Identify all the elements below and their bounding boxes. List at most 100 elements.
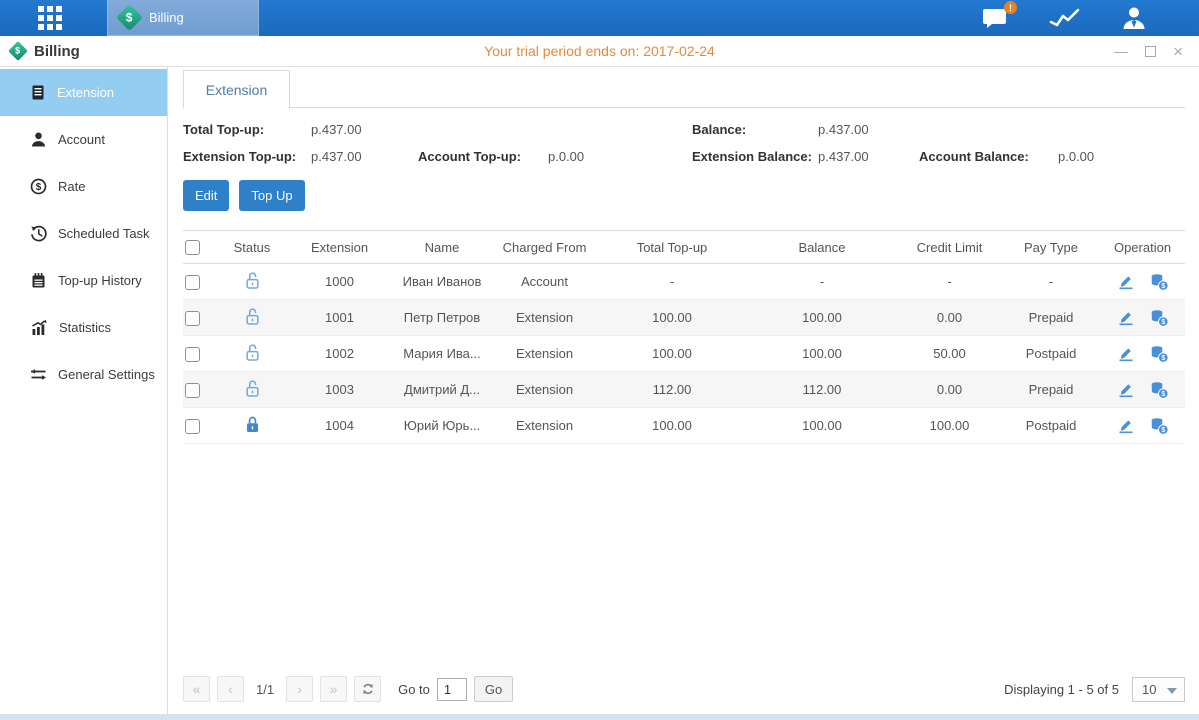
table-row: 1000 Иван Иванов Account - - - - $ xyxy=(183,264,1185,300)
sidebar-item-scheduled-task[interactable]: Scheduled Task xyxy=(0,210,167,257)
cell-balance: 112.00 xyxy=(747,372,897,408)
tab-strip: Extension xyxy=(183,67,1185,108)
account-balance-label: Account Balance: xyxy=(919,149,1058,164)
goto-page-input[interactable] xyxy=(437,678,467,701)
cell-total-topup: 100.00 xyxy=(597,336,747,372)
cell-credit-limit: 0.00 xyxy=(897,300,1002,336)
displaying-count: Displaying 1 - 5 of 5 xyxy=(1004,682,1119,697)
page-indicator: 1/1 xyxy=(256,682,274,697)
sidebar: Extension Account $ Rate Scheduled Task xyxy=(0,67,168,714)
cell-extension: 1000 xyxy=(287,264,392,300)
sidebar-item-topup-history[interactable]: Top-up History xyxy=(0,257,167,304)
row-checkbox[interactable] xyxy=(185,383,200,398)
edit-pencil-icon[interactable] xyxy=(1117,273,1135,290)
cell-charged-from: Extension xyxy=(492,336,597,372)
row-checkbox[interactable] xyxy=(185,419,200,434)
cell-pay-type: Postpaid xyxy=(1002,336,1100,372)
cell-pay-type: Prepaid xyxy=(1002,372,1100,408)
edit-pencil-icon[interactable] xyxy=(1117,417,1135,434)
edit-pencil-icon[interactable] xyxy=(1117,309,1135,326)
extension-balance-label: Extension Balance: xyxy=(692,149,818,164)
maximize-icon[interactable] xyxy=(1145,46,1156,57)
col-operation: Operation xyxy=(1100,231,1185,264)
stats-chart-icon xyxy=(30,319,48,336)
pagination-right: Displaying 1 - 5 of 5 10 xyxy=(1004,677,1185,702)
col-name: Name xyxy=(392,231,492,264)
cell-credit-limit: 0.00 xyxy=(897,372,1002,408)
cell-pay-type: - xyxy=(1002,264,1100,300)
topup-coins-icon[interactable]: $ xyxy=(1149,309,1169,327)
status-lock-icon xyxy=(217,264,287,300)
goto-label: Go to xyxy=(398,682,430,697)
sliders-icon xyxy=(30,366,47,383)
tab-extension[interactable]: Extension xyxy=(183,70,290,109)
select-all-checkbox[interactable] xyxy=(185,240,200,255)
first-page-button[interactable]: « xyxy=(183,676,210,702)
pagination-bar: « ‹ 1/1 › » Go to Go Displaying 1 - 5 of… xyxy=(183,676,1185,714)
balance-label: Balance: xyxy=(692,122,818,137)
col-charged-from: Charged From xyxy=(492,231,597,264)
prev-page-button[interactable]: ‹ xyxy=(217,676,244,702)
cell-name: Дмитрий Д... xyxy=(392,372,492,408)
topup-coins-icon[interactable]: $ xyxy=(1149,345,1169,363)
sidebar-item-extension[interactable]: Extension xyxy=(0,69,167,116)
row-checkbox[interactable] xyxy=(185,347,200,362)
row-checkbox[interactable] xyxy=(185,311,200,326)
refresh-button[interactable] xyxy=(354,676,381,702)
col-status: Status xyxy=(217,231,287,264)
topup-coins-icon[interactable]: $ xyxy=(1149,381,1169,399)
taskbar-tab-billing[interactable]: $ Billing xyxy=(107,0,259,36)
go-button[interactable]: Go xyxy=(474,676,513,702)
app-grid-icon[interactable] xyxy=(38,6,62,30)
edit-button[interactable]: Edit xyxy=(183,180,229,211)
sidebar-item-label: Rate xyxy=(58,179,85,194)
chevron-down-icon xyxy=(1167,688,1177,694)
tab-label: Extension xyxy=(206,82,267,98)
history-clock-icon xyxy=(30,225,47,242)
close-icon[interactable]: × xyxy=(1173,43,1183,60)
svg-text:$: $ xyxy=(1161,391,1165,398)
balance-value: p.437.00 xyxy=(818,122,919,137)
next-page-button[interactable]: › xyxy=(286,676,313,702)
sidebar-item-account[interactable]: Account xyxy=(0,116,167,163)
cell-total-topup: 100.00 xyxy=(597,408,747,444)
cell-credit-limit: 50.00 xyxy=(897,336,1002,372)
account-topup-label: Account Top-up: xyxy=(418,149,548,164)
topup-button[interactable]: Top Up xyxy=(239,180,304,211)
sidebar-item-label: General Settings xyxy=(58,367,155,382)
sidebar-item-statistics[interactable]: Statistics xyxy=(0,304,167,351)
last-page-button[interactable]: » xyxy=(320,676,347,702)
table-row: 1004 Юрий Юрь... Extension 100.00 100.00… xyxy=(183,408,1185,444)
total-topup-label: Total Top-up: xyxy=(183,122,311,137)
row-checkbox[interactable] xyxy=(185,275,200,290)
summary-panel: Total Top-up: p.437.00 Balance: p.437.00… xyxy=(183,122,1185,164)
ledger-icon xyxy=(30,84,46,101)
table-row: 1002 Мария Ива... Extension 100.00 100.0… xyxy=(183,336,1185,372)
minimize-icon[interactable]: — xyxy=(1114,44,1128,58)
edit-pencil-icon[interactable] xyxy=(1117,345,1135,362)
messages-icon[interactable]: ! xyxy=(982,7,1009,29)
topup-coins-icon[interactable]: $ xyxy=(1149,417,1169,435)
svg-text:$: $ xyxy=(36,182,42,193)
cell-charged-from: Extension xyxy=(492,372,597,408)
billing-diamond-icon: $ xyxy=(116,4,143,31)
user-account-icon[interactable] xyxy=(1121,6,1147,30)
notification-badge: ! xyxy=(1004,1,1017,14)
taskbar: $ Billing ! xyxy=(0,0,1199,36)
cell-extension: 1004 xyxy=(287,408,392,444)
sidebar-item-rate[interactable]: $ Rate xyxy=(0,163,167,210)
cell-extension: 1003 xyxy=(287,372,392,408)
cell-credit-limit: 100.00 xyxy=(897,408,1002,444)
table-row: 1001 Петр Петров Extension 100.00 100.00… xyxy=(183,300,1185,336)
window-title: $ Billing xyxy=(0,43,220,60)
window-title-label: Billing xyxy=(34,43,80,60)
cell-name: Юрий Юрь... xyxy=(392,408,492,444)
dollar-coin-icon: $ xyxy=(30,178,47,195)
page-size-select[interactable]: 10 xyxy=(1132,677,1185,702)
cell-total-topup: - xyxy=(597,264,747,300)
sidebar-item-general-settings[interactable]: General Settings xyxy=(0,351,167,398)
topup-coins-icon[interactable]: $ xyxy=(1149,273,1169,291)
reports-chart-icon[interactable] xyxy=(1049,7,1081,29)
sidebar-item-label: Account xyxy=(58,132,105,147)
edit-pencil-icon[interactable] xyxy=(1117,381,1135,398)
